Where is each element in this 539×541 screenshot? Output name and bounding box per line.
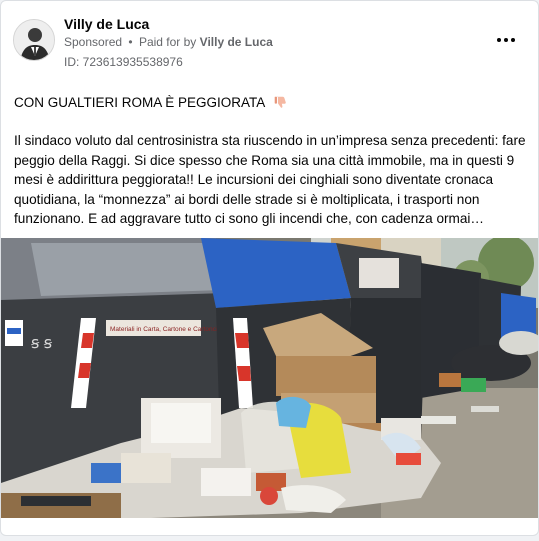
author-avatar[interactable]	[13, 19, 55, 61]
author-name[interactable]: Villy de Luca	[64, 16, 149, 32]
headline-text: CON GUALTIERI ROMA È PEGGIORATA	[14, 95, 265, 110]
bin-sign-text: Materiali in Carta, Cartone e Cartoncino	[110, 326, 225, 333]
post-header: Villy de Luca Sponsored • Paid for by Vi…	[1, 1, 538, 81]
post-card: Villy de Luca Sponsored • Paid for by Vi…	[0, 0, 539, 536]
paid-for-name[interactable]: Villy de Luca	[200, 35, 273, 49]
separator-dot: •	[128, 35, 133, 49]
post-body: Il sindaco voluto dal centrosinistra sta…	[14, 133, 526, 226]
ad-id: ID: 723613935538976	[64, 55, 183, 69]
sponsored-label: Sponsored	[64, 35, 123, 49]
more-options-icon[interactable]	[494, 31, 518, 49]
paid-for-prefix: Paid for by	[138, 35, 197, 49]
avatar-portrait-icon	[14, 20, 54, 60]
thumbs-down-icon	[275, 96, 287, 108]
svg-text:ꞩ ꞩ: ꞩ ꞩ	[31, 335, 53, 352]
post-photo[interactable]: Materiali in Carta, Cartone e Cartoncino…	[1, 238, 538, 518]
garbage-bins-photo-icon: Materiali in Carta, Cartone e Cartoncino…	[1, 238, 538, 518]
sponsored-line: Sponsored • Paid for by Villy de Luca	[64, 35, 273, 49]
post-headline: CON GUALTIERI ROMA È PEGGIORATA	[14, 95, 288, 110]
